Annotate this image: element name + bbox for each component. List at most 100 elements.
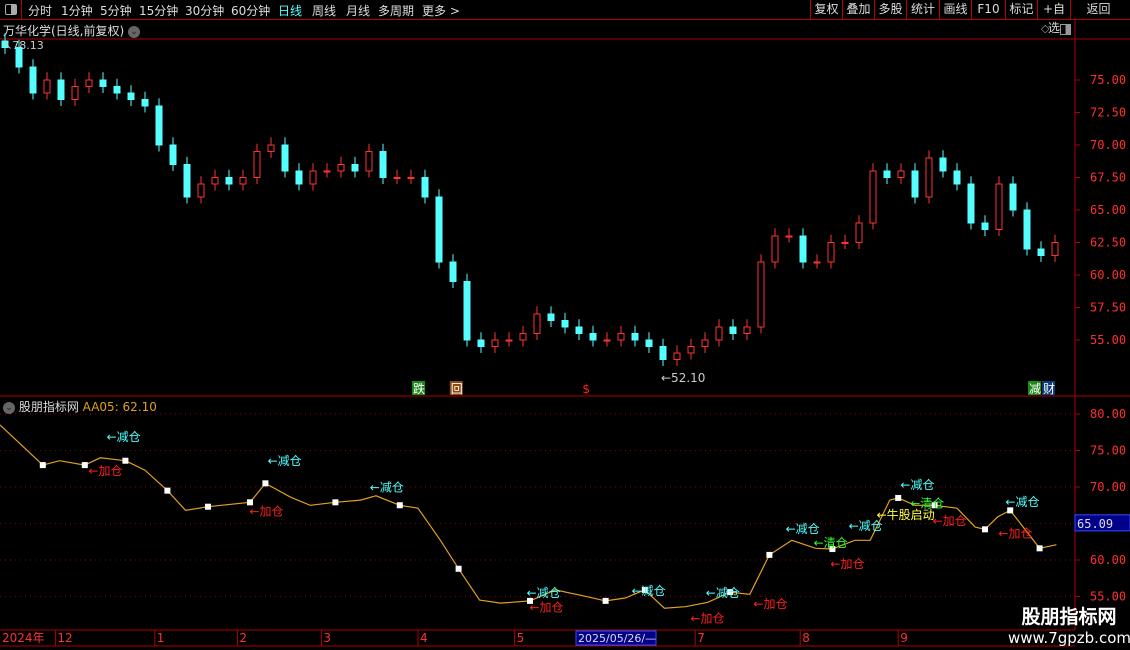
candle-body <box>407 177 415 179</box>
candle-body <box>841 242 849 244</box>
high-price-label: ↖78.13 <box>3 39 44 52</box>
chevron-down-icon[interactable]: ⌄ <box>3 401 15 414</box>
signal-label: 减 <box>1029 382 1041 396</box>
candle-body <box>757 261 765 328</box>
candle-body <box>1037 248 1045 256</box>
candle-body <box>1023 209 1031 250</box>
candle-body <box>253 151 261 178</box>
signal-text: ←加仓 <box>529 601 563 615</box>
month-label: 2 <box>239 631 247 645</box>
indicator-title: ⌄ 股朋指标网 AA05: 62.10 <box>3 398 157 415</box>
candle-body <box>169 144 177 165</box>
candle-body <box>29 66 37 94</box>
candle-body <box>631 333 639 341</box>
candle-body <box>911 170 919 198</box>
signal-marker <box>262 480 269 487</box>
price-tick-label: 75.00 <box>1090 73 1126 87</box>
candle-body <box>197 183 205 198</box>
candle-body <box>855 222 863 243</box>
year-label: 2024年 <box>2 631 45 645</box>
candle-body <box>337 164 345 172</box>
candle-body <box>701 339 709 347</box>
indicator-tick-label: 60.00 <box>1090 553 1126 567</box>
signal-text: ←减仓 <box>1005 495 1039 509</box>
candle-body <box>127 92 135 100</box>
candle-body <box>239 177 247 185</box>
candle-body <box>99 79 107 87</box>
month-label: 5 <box>517 631 525 645</box>
signal-text: ←加仓 <box>249 504 283 518</box>
signal-text: ←减仓 <box>706 586 740 600</box>
signal-label: 回 <box>451 382 463 396</box>
indicator-tick-label: 70.00 <box>1090 480 1126 494</box>
signal-text: ←清仓 <box>814 536 848 550</box>
candle-body <box>477 339 485 347</box>
candle-body <box>687 346 695 354</box>
candle-body <box>43 79 51 94</box>
candle-body <box>71 86 79 100</box>
signal-text: ←减仓 <box>107 430 141 444</box>
signal-marker <box>602 597 609 604</box>
candle-body <box>715 326 723 341</box>
candle-body <box>799 235 807 263</box>
candle-body <box>897 170 905 178</box>
price-tick-label: 70.00 <box>1090 138 1126 152</box>
candle-body <box>351 164 359 172</box>
candle-body <box>155 105 163 146</box>
month-label: 8 <box>802 631 810 645</box>
candle-body <box>533 313 541 334</box>
candle-body <box>267 144 275 152</box>
candle-body <box>967 183 975 224</box>
indicator-value: AA05: 62.10 <box>82 400 157 414</box>
signal-text: ←加仓 <box>690 612 724 626</box>
indicator-tick-label: 75.00 <box>1090 444 1126 458</box>
candle-body <box>309 170 317 185</box>
candle-body <box>953 170 961 185</box>
candle-body <box>575 326 583 334</box>
candle-body <box>589 333 597 341</box>
signal-marker <box>81 462 88 469</box>
signal-marker <box>982 526 988 533</box>
candle-body <box>1051 242 1059 256</box>
price-tick-label: 55.00 <box>1090 333 1126 347</box>
candle-body <box>645 339 653 347</box>
indicator-name: 股朋指标网 <box>18 400 79 414</box>
candle-body <box>925 157 933 198</box>
indicator-tick-label: 80.00 <box>1090 407 1126 421</box>
signal-marker <box>455 565 462 572</box>
kline-chart[interactable]: 75.00 72.50 70.00 67.50 65.00 62.50 60.00 57.50… <box>0 0 1130 650</box>
candle-body <box>323 170 331 173</box>
signal-marker <box>895 494 902 501</box>
candle-body <box>603 339 611 342</box>
candle-body <box>729 326 737 334</box>
signal-label: 财 <box>1043 382 1055 396</box>
candle-body <box>295 170 303 185</box>
price-tick-label: 62.50 <box>1090 236 1126 250</box>
signal-text: ←加仓 <box>933 514 967 528</box>
candle-body <box>995 183 1003 230</box>
cursor-date-label: 2025/05/26/— <box>578 632 656 645</box>
candle-body <box>379 151 387 178</box>
month-label: 12 <box>57 631 72 645</box>
signal-marker <box>332 499 339 506</box>
signal-text: ←减仓 <box>370 480 404 494</box>
candle-body <box>113 86 121 94</box>
candle-body <box>617 333 625 341</box>
candle-body <box>141 99 149 107</box>
candle-body <box>547 313 555 321</box>
candle-body <box>505 339 513 342</box>
candle-body <box>939 157 947 172</box>
candle-body <box>57 79 65 100</box>
candle-body <box>981 222 989 230</box>
signal-label: $ <box>582 382 590 396</box>
candle-body <box>673 352 681 360</box>
month-label: 7 <box>697 631 705 645</box>
low-price-label: ←52.10 <box>661 371 705 385</box>
candle-body <box>491 339 499 347</box>
candle-body <box>813 261 821 264</box>
candle-body <box>827 242 835 263</box>
candle-body <box>281 144 289 172</box>
month-label: 3 <box>323 631 331 645</box>
candle-body <box>449 261 457 282</box>
price-tick-label: 57.50 <box>1090 301 1126 315</box>
